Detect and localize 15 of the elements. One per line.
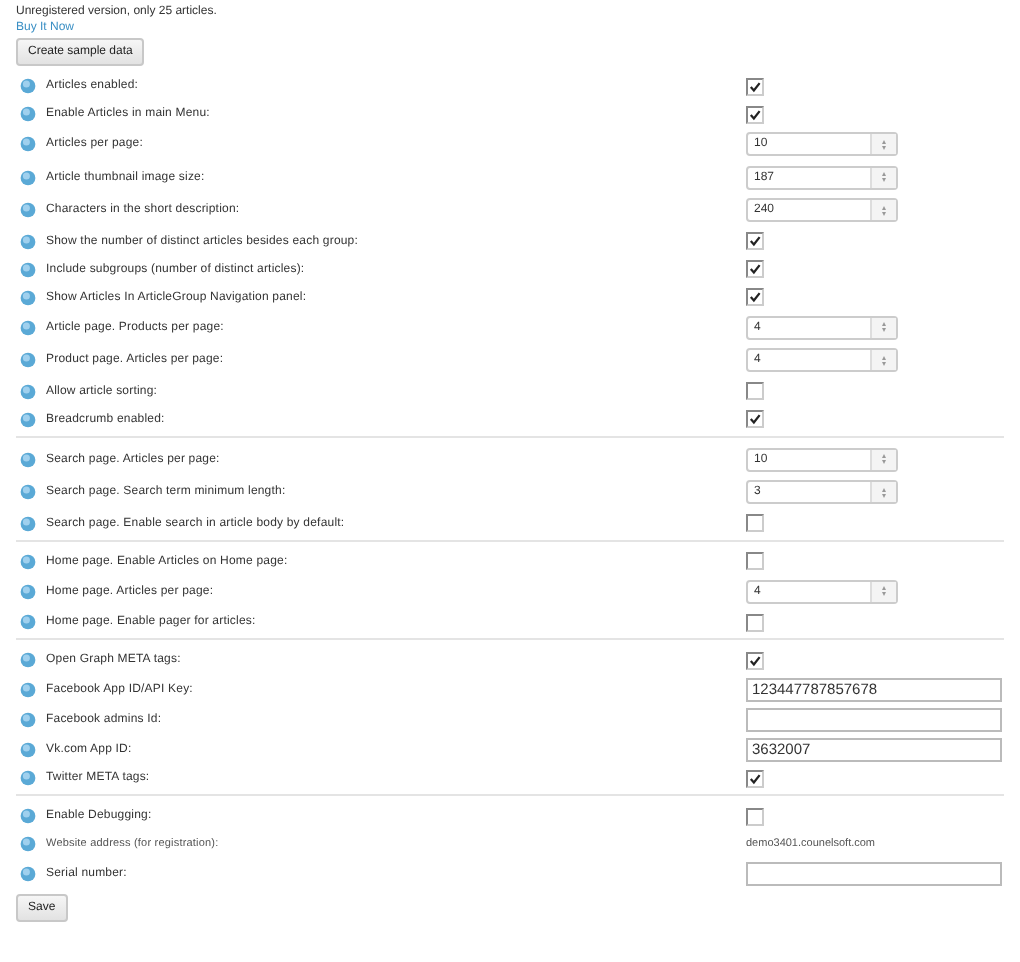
checkbox[interactable] — [746, 232, 764, 250]
checkbox[interactable] — [746, 382, 764, 400]
checkbox[interactable] — [746, 105, 764, 123]
checkbox[interactable] — [746, 288, 764, 306]
checkbox[interactable] — [746, 260, 764, 278]
checkbox[interactable] — [746, 77, 764, 95]
checkbox[interactable] — [746, 651, 764, 669]
text-field[interactable] — [746, 707, 1002, 731]
checkbox[interactable] — [746, 769, 764, 787]
checkbox[interactable] — [746, 807, 764, 825]
checkbox[interactable] — [746, 410, 764, 428]
checkbox[interactable] — [746, 514, 764, 532]
checkbox[interactable] — [746, 552, 764, 570]
checkbox[interactable] — [746, 613, 764, 631]
text-field[interactable] — [746, 861, 1002, 885]
